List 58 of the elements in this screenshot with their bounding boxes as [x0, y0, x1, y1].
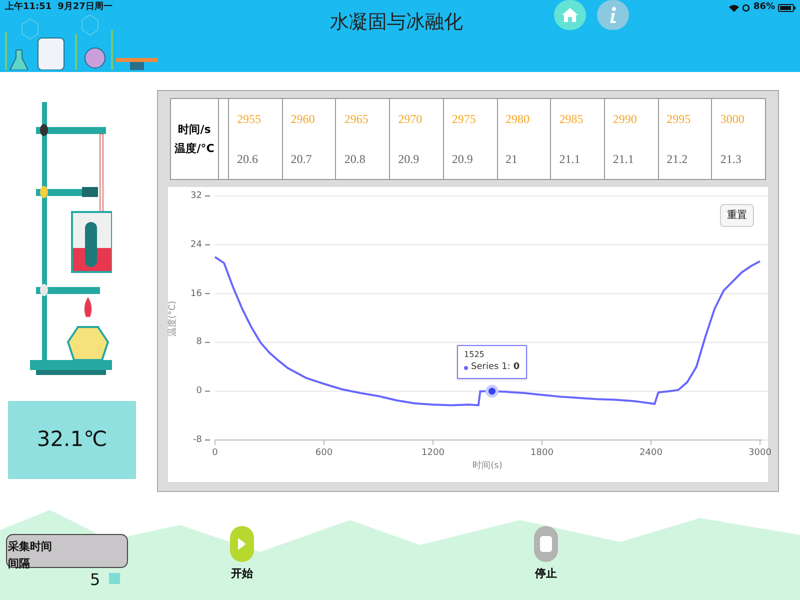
temperature-cell-text: 21.3 [720, 151, 742, 168]
x-tick-label: 0 [211, 447, 219, 460]
y-tick-label: -8 [192, 434, 202, 447]
x-tick-label: 2400 [638, 447, 664, 460]
stop-button[interactable]: 停止 [532, 526, 560, 586]
temperature-cell-text: 20.6 [237, 151, 259, 168]
temperature-cell-text: 20.9 [452, 151, 474, 168]
data-point-marker [486, 384, 499, 398]
home-button[interactable] [554, 0, 586, 30]
temperature-cell-text: 21.1 [612, 151, 635, 168]
status-date: 9月27日周一 [58, 1, 112, 14]
wifi-icon [729, 4, 740, 12]
temperature-cell-text: 21.1 [559, 151, 582, 168]
time-cell-text: 2985 [559, 111, 584, 128]
temperature-display: 32.1℃ [8, 401, 136, 479]
battery-percent: 86% [753, 1, 775, 14]
time-cell-text: 2970 [398, 111, 424, 128]
y-tick-label: 0 [195, 385, 202, 398]
battery-icon [778, 4, 796, 12]
time-cell-text: 2960 [290, 111, 316, 128]
time-cell-text: 2955 [237, 111, 262, 128]
row-header: 时间/s [177, 122, 212, 138]
home-icon [561, 7, 579, 23]
time-cell-text: 2990 [612, 111, 638, 128]
interval-value[interactable]: 5 [90, 568, 100, 592]
y-tick-label: 32 [190, 190, 202, 203]
page-title: 水凝固与冰融化 [330, 10, 463, 35]
temperature-cell-text: 20.8 [344, 151, 366, 168]
x-axis-title: 时间(s) [472, 460, 504, 473]
y-axis-title: 温度(°C) [167, 300, 180, 337]
tooltip-value: 0 [513, 361, 520, 374]
start-button[interactable]: 开始 [228, 526, 256, 586]
play-icon [230, 526, 254, 562]
reset-button[interactable]: 重置 [720, 204, 754, 227]
y-tick-label: 8 [195, 336, 202, 350]
x-tick-label: 1800 [530, 447, 554, 460]
time-cell-text: 2980 [506, 111, 531, 128]
info-icon [608, 6, 618, 24]
info-button[interactable] [597, 0, 629, 30]
row-header: 温度/°C [174, 141, 214, 157]
x-tick-label: 3000 [748, 447, 772, 460]
x-tick-label: 600 [314, 447, 334, 460]
time-cell-text: 2975 [452, 111, 477, 128]
tooltip-x-value: 1525 [464, 349, 486, 362]
x-tick-label: 1200 [420, 447, 446, 460]
interval-label: 采集时间间隔 [8, 539, 53, 572]
tooltip-series-name: Series 1 [471, 361, 508, 374]
time-cell-text: 2965 [344, 111, 370, 128]
time-cell-text: 3000 [720, 111, 746, 128]
status-time: 上午11:51 [5, 1, 52, 14]
temperature-cell-text: 21.2 [666, 151, 689, 168]
tooltip-separator: : [507, 361, 510, 374]
y-tick-label: 16 [190, 288, 202, 301]
time-cell-text: 2995 [666, 111, 692, 128]
temperature-cell-text: 20.9 [398, 151, 420, 168]
temperature-cell-text: 20.7 [290, 151, 313, 168]
y-tick-label: 24 [190, 238, 202, 252]
temperature-cell-text: 21 [506, 151, 519, 168]
